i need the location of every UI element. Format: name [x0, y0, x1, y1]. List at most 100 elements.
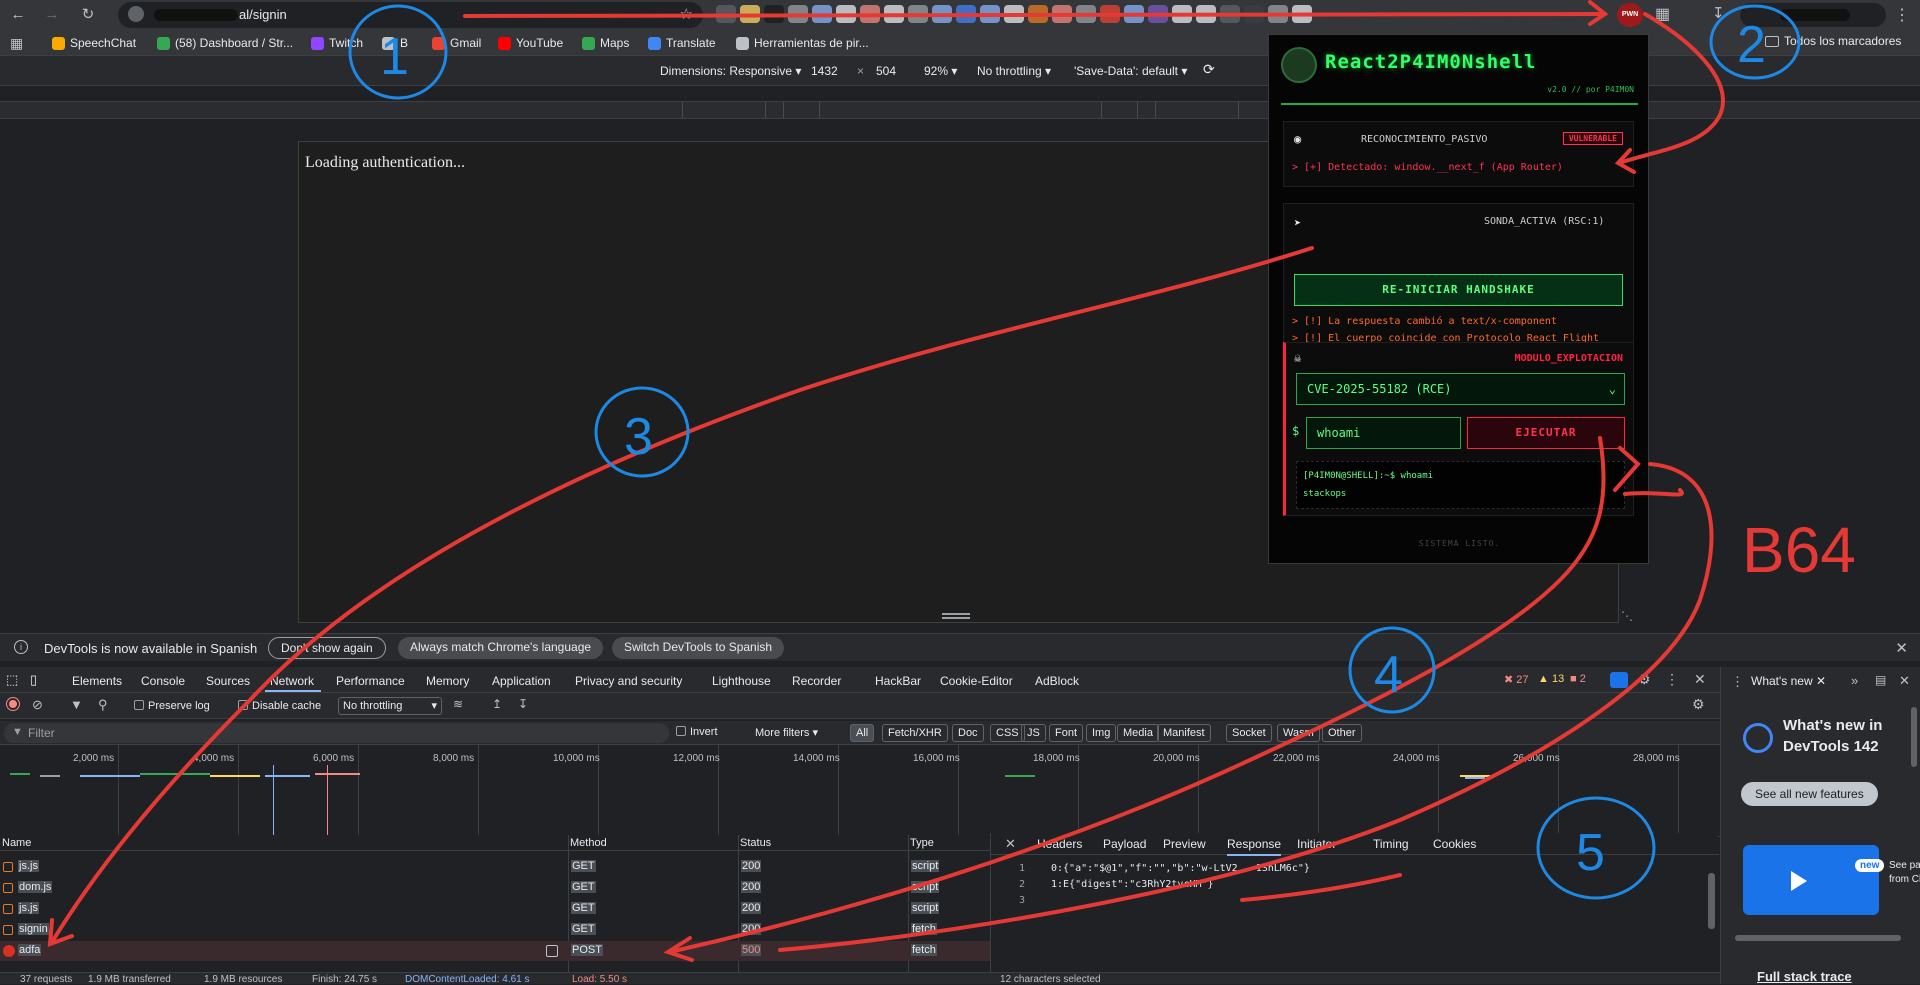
handshake-button[interactable]: RE-INICIAR HANDSHAKE [1294, 274, 1623, 306]
detail-tab-payload[interactable]: Payload [1103, 837, 1146, 851]
type-filter-manifest[interactable]: Manifest [1157, 724, 1211, 742]
devtools-tab-application[interactable]: Application [492, 674, 551, 688]
type-filter-fetch-xhr[interactable]: Fetch/XHR [882, 724, 948, 742]
dock-drawer-icon[interactable]: ▤ [1875, 673, 1886, 687]
extension-icon[interactable] [1244, 5, 1264, 23]
always-match-language-button[interactable]: Always match Chrome's language [398, 637, 604, 659]
extension-icon[interactable] [860, 5, 880, 23]
devtools-tab-network[interactable]: Network [270, 674, 314, 688]
devtools-tab-memory[interactable]: Memory [426, 674, 469, 688]
horizontal-scrollbar[interactable] [1735, 935, 1901, 941]
extension-icon[interactable] [1268, 5, 1288, 23]
warnings-badge[interactable]: ▲ 13 [1538, 673, 1564, 685]
execute-button[interactable]: EJECUTAR [1467, 417, 1625, 449]
record-icon[interactable] [7, 698, 19, 710]
forward-icon[interactable]: → [42, 5, 62, 25]
address-bar[interactable]: al/signin ☆ [118, 2, 703, 28]
profile-button[interactable] [1740, 3, 1886, 27]
table-row[interactable]: adfa POST 500 fetch [0, 941, 990, 961]
pwn-extension-icon[interactable]: PWN [1617, 3, 1643, 27]
table-row[interactable]: js.js GET 200 script [0, 899, 990, 919]
table-row[interactable]: signin GET 200 fetch [0, 920, 990, 940]
type-filter-socket[interactable]: Socket [1226, 724, 1272, 742]
search-icon[interactable]: ⚲ [98, 697, 108, 713]
drawer-menu-icon[interactable]: ⋮ [1731, 674, 1744, 690]
issues-badge[interactable]: ■ 2 [1570, 673, 1586, 685]
type-filter-font[interactable]: Font [1049, 724, 1084, 742]
extension-icon[interactable] [932, 5, 952, 23]
site-info-icon[interactable] [128, 6, 144, 22]
detail-tab-initiator[interactable]: Initiator [1297, 837, 1336, 851]
devtools-menu-icon[interactable]: ⋮ [1665, 671, 1679, 688]
type-filter-js[interactable]: JS [1021, 724, 1046, 742]
dimensions-select[interactable]: Dimensions: Responsive ▾ [660, 64, 801, 78]
table-row[interactable]: js.js GET 200 script [0, 857, 990, 877]
viewport-resize-handle[interactable] [942, 613, 970, 619]
extension-icon[interactable] [788, 5, 808, 23]
type-filter-doc[interactable]: Doc [952, 724, 984, 742]
detail-tab-headers[interactable]: Headers [1037, 837, 1082, 851]
network-settings-icon[interactable]: ⚙ [1692, 696, 1705, 713]
type-filter-media[interactable]: Media [1117, 724, 1159, 742]
detail-tab-response[interactable]: Response [1227, 837, 1282, 856]
zoom-select[interactable]: 92% ▾ [924, 64, 957, 78]
bookmark-item[interactable]: SpeechChat [52, 34, 136, 52]
bookmark-item[interactable]: Maps [582, 34, 629, 52]
bookmark-item[interactable]: (58) Dashboard / Str... [157, 34, 293, 52]
vertical-scrollbar[interactable] [1911, 707, 1917, 767]
extension-icon[interactable] [1100, 5, 1120, 23]
extension-icon[interactable] [908, 5, 928, 23]
save-data-select[interactable]: 'Save-Data': default ▾ [1074, 64, 1187, 78]
extension-icon[interactable] [812, 5, 832, 23]
extension-icon[interactable] [1124, 5, 1144, 23]
height-input[interactable]: 504 [876, 64, 896, 78]
network-throttle-select[interactable]: No throttling ▾ [338, 697, 442, 715]
more-filters-select[interactable]: More filters ▾ [755, 726, 818, 739]
response-line[interactable]: 1:E{"digest":"c3RhY2tvcHM"} [1051, 879, 1214, 890]
upload-icon[interactable]: ↥ [492, 697, 502, 711]
apps-grid-icon[interactable]: ▦ [10, 35, 23, 52]
whats-new-tab[interactable]: What's new ✕ [1751, 674, 1826, 688]
response-scrollbar[interactable] [1708, 873, 1715, 929]
device-toggle-icon[interactable]: ▯ [30, 672, 37, 688]
column-header-method[interactable]: Method [568, 835, 738, 851]
invert-checkbox[interactable]: Invert [676, 726, 718, 738]
switch-to-spanish-button[interactable]: Switch DevTools to Spanish [612, 637, 785, 659]
extension-icon[interactable] [1292, 5, 1312, 23]
extension-icon[interactable] [1148, 5, 1168, 23]
extension-icon[interactable] [716, 5, 736, 23]
type-filter-css[interactable]: CSS [990, 724, 1025, 742]
more-tabs-icon[interactable]: » [1851, 673, 1858, 688]
copy-icon[interactable] [546, 945, 558, 957]
chrome-menu-icon[interactable]: ⋮ [1894, 5, 1910, 25]
settings-gear-icon[interactable]: ⚙ [1638, 671, 1651, 688]
filter-input[interactable]: Filter [4, 723, 669, 743]
rotate-icon[interactable]: ⟳ [1203, 61, 1215, 78]
devtools-tab-recorder[interactable]: Recorder [792, 674, 841, 688]
command-input[interactable]: whoami [1306, 417, 1461, 449]
extension-icon[interactable] [956, 5, 976, 23]
throttling-select[interactable]: No throttling ▾ [977, 64, 1051, 78]
devtools-tab-privacy-and-security[interactable]: Privacy and security [575, 674, 682, 688]
feature-video-card[interactable]: new [1743, 845, 1885, 915]
reload-icon[interactable]: ↻ [78, 5, 98, 25]
devtools-tab-lighthouse[interactable]: Lighthouse [712, 674, 771, 688]
dock-icon[interactable] [1610, 672, 1628, 688]
extensions-puzzle-icon[interactable]: ▦ [1655, 4, 1670, 24]
close-drawer-icon[interactable]: ✕ [1899, 673, 1910, 689]
column-header-name[interactable]: Name [0, 835, 568, 851]
clear-icon[interactable]: ⊘ [32, 697, 43, 713]
extension-icon[interactable] [884, 5, 904, 23]
full-stack-trace-link[interactable]: Full stack trace [1757, 969, 1852, 984]
viewport-corner-handle[interactable]: ⋱ [1621, 609, 1633, 623]
dont-show-again-button[interactable]: Don't show again [268, 637, 386, 659]
close-devtools-icon[interactable]: ✕ [1694, 671, 1706, 688]
cve-select[interactable]: CVE-2025-55182 (RCE) ⌄ [1296, 373, 1625, 405]
bookmark-item[interactable]: Herramientas de pir... [736, 34, 869, 52]
download-icon[interactable]: ↧ [1712, 4, 1725, 22]
all-bookmarks[interactable]: Todos los marcadores [1765, 34, 1901, 48]
disable-cache-checkbox[interactable]: Disable cache [238, 700, 321, 712]
back-icon[interactable]: ← [8, 5, 28, 25]
type-filter-all[interactable]: All [850, 724, 875, 742]
extension-icon[interactable] [1076, 5, 1096, 23]
